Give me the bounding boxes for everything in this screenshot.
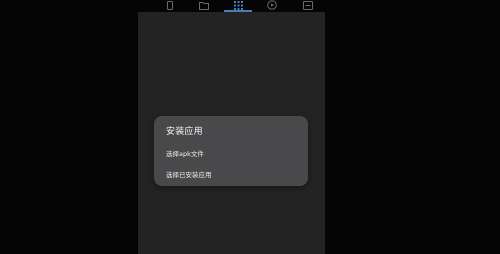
screen: 安装应用 选择apk文件 选择已安装应用 [0, 0, 500, 254]
apps-grid-icon [233, 0, 243, 10]
dialog-title: 安装应用 [166, 127, 203, 137]
play-circle-icon [267, 0, 277, 10]
tab-phone[interactable] [162, 0, 178, 10]
active-tab-indicator [224, 10, 252, 12]
settings-box-icon [303, 0, 313, 10]
top-tab-bar [138, 0, 500, 12]
select-installed-app-option[interactable]: 选择已安装应用 [166, 169, 212, 179]
select-apk-file-option[interactable]: 选择apk文件 [166, 148, 204, 158]
phone-icon [167, 0, 173, 10]
tab-apps[interactable] [230, 0, 246, 10]
tab-media[interactable] [264, 0, 280, 10]
folder-icon [199, 1, 209, 10]
install-app-dialog: 安装应用 选择apk文件 选择已安装应用 [154, 116, 308, 186]
tab-files[interactable] [196, 0, 212, 10]
tab-settings[interactable] [300, 0, 316, 10]
